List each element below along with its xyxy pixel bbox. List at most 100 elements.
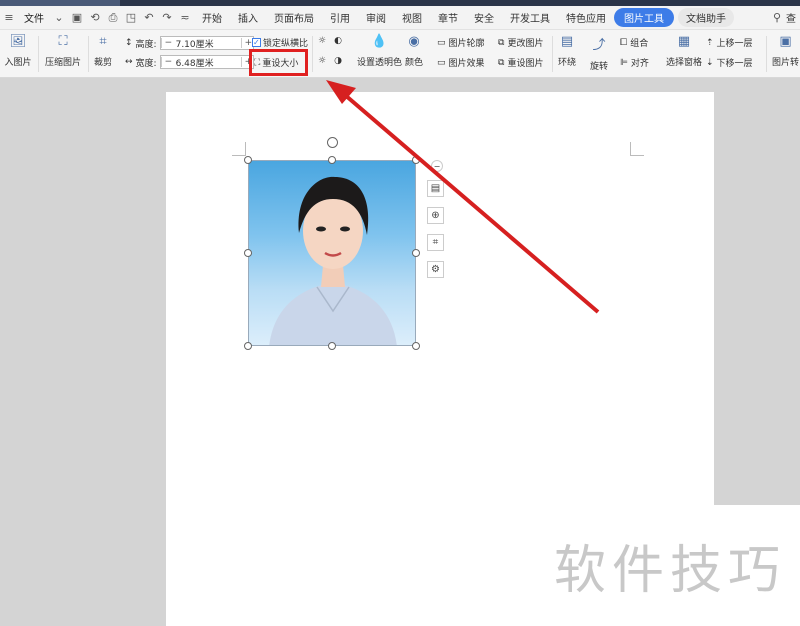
undo-icon[interactable]: ↶ [142, 11, 156, 25]
group-button[interactable]: ⧠ 组合 [620, 36, 649, 50]
resize-handle-top-left[interactable] [244, 156, 252, 164]
edit-picture-icon[interactable]: ⚙ [427, 261, 444, 278]
tab-chapter[interactable]: 章节 [430, 10, 466, 25]
brightness-buttons[interactable]: ☼ ◐ [318, 36, 342, 46]
reset-size-highlight [249, 49, 308, 76]
width-icon: ↔ [125, 57, 133, 67]
rotate-label: 旋转 [590, 62, 609, 72]
selection-pane-icon: ▦ [677, 34, 691, 49]
chevron-down-icon[interactable]: ⌄ [52, 11, 66, 25]
layout-options-icon[interactable]: ▤ [427, 180, 444, 197]
tab-picture-tools[interactable]: 图片工具 [614, 8, 674, 27]
width-field[interactable]: −6.48厘米 + [159, 55, 254, 69]
selection-pane-label: 选择窗格 [666, 58, 703, 68]
tab-start[interactable]: 开始 [194, 10, 230, 25]
height-label: 高度: [135, 39, 157, 50]
compress-icon: ⛶ [58, 34, 68, 49]
resize-handle-right[interactable] [412, 249, 420, 257]
tab-developer[interactable]: 开发工具 [502, 10, 558, 25]
picture-convert-button[interactable]: ▣ 图片转 [772, 34, 799, 68]
width-label: 宽度: [135, 58, 157, 69]
file-menu[interactable]: 文件 [18, 10, 50, 25]
search-icon[interactable]: ⚲ [770, 11, 784, 25]
brightness-up-icon[interactable]: ☼ [318, 36, 326, 46]
rotate-handle[interactable] [327, 137, 338, 148]
minus-icon[interactable]: − [160, 57, 173, 67]
plus-icon[interactable]: + [240, 38, 253, 48]
tab-security[interactable]: 安全 [466, 10, 502, 25]
redo-icon[interactable]: ↷ [160, 11, 174, 25]
reset-picture-button[interactable]: ⧉ 重设图片 [498, 56, 544, 70]
insert-picture-button[interactable]: 🖼 入图片 [0, 34, 36, 68]
resize-handle-top[interactable] [328, 156, 336, 164]
crop-icon: ⌗ [99, 34, 107, 49]
resize-handle-bottom[interactable] [328, 342, 336, 350]
collapse-icon[interactable]: − [431, 160, 443, 172]
picture-icon: 🖼 [9, 34, 27, 49]
lock-ratio-checkbox[interactable]: ✓ 锁定纵横比 [252, 36, 308, 49]
more-icon[interactable]: ≂ [178, 11, 192, 25]
resize-handle-bottom-right[interactable] [412, 342, 420, 350]
send-backward-label: 下移一层 [716, 59, 753, 69]
divider [552, 36, 553, 72]
reset-picture-label: 重设图片 [507, 59, 544, 69]
minus-icon[interactable]: − [160, 38, 173, 48]
reset-picture-icon: ⧉ [498, 57, 505, 68]
tab-review[interactable]: 审阅 [358, 10, 394, 25]
contrast-up-icon[interactable]: ◐ [334, 36, 342, 46]
align-button[interactable]: ⊫ 对齐 [620, 56, 649, 70]
selected-photo[interactable] [248, 160, 416, 346]
save-icon[interactable]: ▣ [70, 11, 84, 25]
contrast-down-icon[interactable]: ◑ [334, 56, 342, 66]
crop-icon[interactable]: ⌗ [427, 234, 444, 251]
height-field[interactable]: −7.10厘米 + [159, 36, 254, 50]
transparent-color-button[interactable]: 💧 设置透明色 [357, 34, 402, 68]
share-icon[interactable]: ⟲ [88, 11, 102, 25]
tab-insert[interactable]: 插入 [230, 10, 266, 25]
margin-mark-right [630, 142, 644, 156]
wrap-label: 环绕 [558, 58, 577, 68]
outline-icon: ▭ [437, 37, 446, 48]
effect-button[interactable]: ▭ 图片效果 [437, 56, 485, 70]
outline-button[interactable]: ▭ 图片轮廓 [437, 36, 485, 50]
height-icon: ↕ [125, 38, 133, 48]
tab-references[interactable]: 引用 [322, 10, 358, 25]
compress-button[interactable]: ⛶ 压缩图片 [45, 34, 81, 68]
group-label: 组合 [630, 39, 649, 49]
print-icon[interactable]: ⎙ [106, 11, 120, 25]
resize-handle-top-right[interactable] [412, 156, 420, 164]
outline-label: 图片轮廓 [448, 39, 485, 49]
tab-features[interactable]: 特色应用 [558, 10, 614, 25]
lock-ratio-label: 锁定纵横比 [263, 39, 309, 49]
resize-handle-left[interactable] [244, 249, 252, 257]
divider [38, 36, 39, 72]
brightness-down-icon[interactable]: ☼ [318, 56, 326, 66]
margin-mark-left [232, 142, 246, 156]
change-picture-button[interactable]: ⧉ 更改图片 [498, 36, 543, 50]
droplet-icon: 💧 [371, 34, 388, 49]
resize-handle-bottom-left[interactable] [244, 342, 252, 350]
compress-label: 压缩图片 [45, 58, 82, 68]
wrap-icon: ▤ [560, 34, 574, 49]
height-value[interactable]: 7.10厘米 [173, 37, 241, 50]
preview-icon[interactable]: ◳ [124, 11, 138, 25]
tab-view[interactable]: 视图 [394, 10, 430, 25]
brightness-down-buttons[interactable]: ☼ ◑ [318, 56, 342, 66]
search-label[interactable]: 查 [786, 10, 796, 25]
picture-ribbon: 🖼 入图片 ⛶ 压缩图片 ⌗ 裁剪 ↕ 高度: −7.10厘米 + ↔ 宽度: −… [0, 30, 800, 78]
tab-assistant[interactable]: 文档助手 [678, 8, 734, 27]
menu-icon[interactable]: ≡ [2, 11, 16, 25]
send-backward-button[interactable]: ⇣ 下移一层 [706, 56, 753, 70]
selection-pane-button[interactable]: ▦ 选择窗格 [666, 34, 702, 68]
color-button[interactable]: ◉ 颜色 [405, 34, 423, 68]
zoom-icon[interactable]: ⊕ [427, 207, 444, 224]
width-value[interactable]: 6.48厘米 [173, 56, 241, 69]
rotate-icon: ⤴ [592, 38, 606, 53]
transparent-label: 设置透明色 [357, 58, 403, 68]
crop-button[interactable]: ⌗ 裁剪 [94, 34, 112, 68]
portrait-image [269, 176, 397, 345]
tab-layout[interactable]: 页面布局 [266, 10, 322, 25]
wrap-button[interactable]: ▤ 环绕 [558, 34, 576, 68]
rotate-button[interactable]: ⤴ 旋转 [590, 34, 608, 72]
bring-forward-button[interactable]: ⇡ 上移一层 [706, 36, 753, 50]
